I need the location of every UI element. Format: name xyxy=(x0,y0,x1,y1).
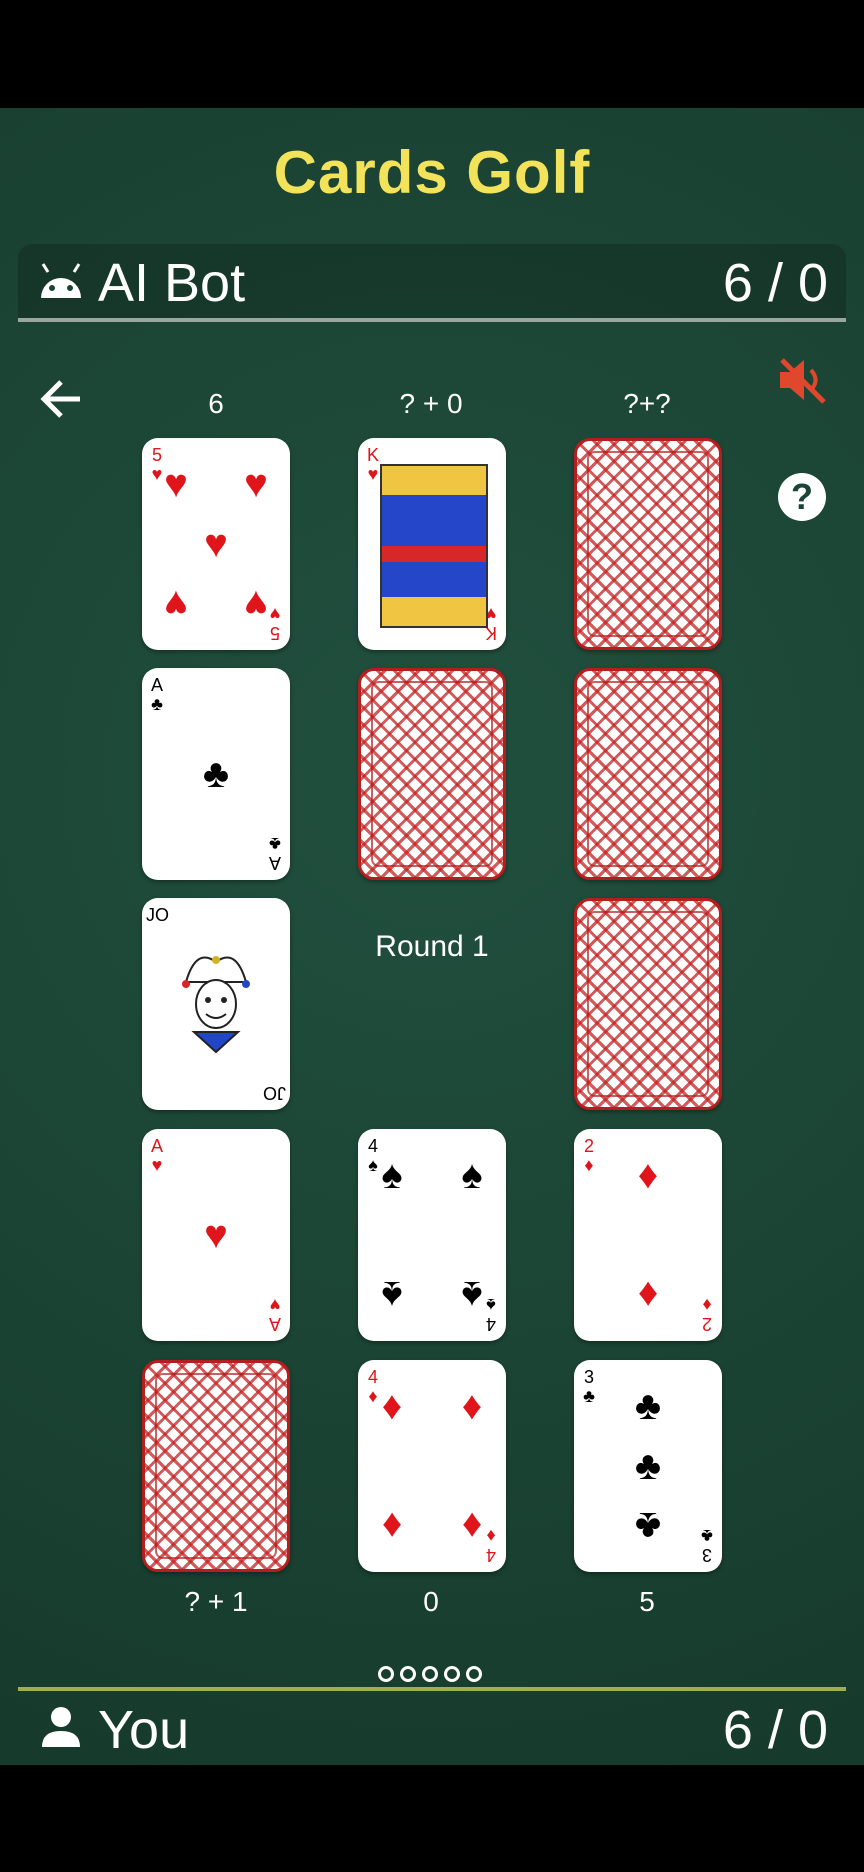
suit-pip: ♦ xyxy=(637,1153,659,1197)
arrow-left-icon[interactable] xyxy=(40,378,82,420)
joker-face-art xyxy=(176,942,256,1062)
card-corner-index: A ♣ xyxy=(269,834,282,873)
playing-card[interactable]: JO JO xyxy=(142,898,290,1110)
card-corner-index: 3 ♣ xyxy=(701,1526,713,1565)
android-icon xyxy=(41,263,81,298)
card-corner-index: 3 ♣ xyxy=(583,1367,595,1406)
suit-pip: ♠ xyxy=(381,1273,403,1317)
king-face-art xyxy=(380,464,488,628)
suit-pip: ♥ xyxy=(244,582,268,626)
page-indicator xyxy=(378,1666,482,1682)
suit-pip: ♠ xyxy=(461,1153,483,1197)
suit-pip: ♥ xyxy=(164,582,188,626)
suit-pip: ♣ xyxy=(202,752,230,796)
page-dot xyxy=(378,1666,394,1682)
card-corner-index: JO xyxy=(146,905,170,925)
help-button[interactable]: ? xyxy=(778,473,826,521)
suit-pip: ♣ xyxy=(634,1444,662,1488)
navigation-bar-area xyxy=(0,1765,864,1872)
player-name: You xyxy=(98,1700,190,1760)
suit-pip: ♦ xyxy=(461,1504,483,1548)
card-corner-index: A ♥ xyxy=(150,1136,163,1175)
page-dot xyxy=(444,1666,460,1682)
card-back[interactable] xyxy=(574,668,722,880)
suit-pip: ♠ xyxy=(381,1153,403,1197)
column-score-top-3: ?+? xyxy=(623,388,671,419)
card-corner-index: A ♣ xyxy=(150,675,163,714)
person-icon xyxy=(42,1707,80,1747)
playing-card[interactable]: 4 ♦ 4 ♦ ♦ ♦ ♦ ♦ xyxy=(358,1360,506,1572)
suit-pip: ♠ xyxy=(461,1273,483,1317)
playing-card[interactable]: K ♥ K ♥ xyxy=(358,438,506,650)
player-score: 6 / 0 xyxy=(722,1700,828,1760)
page-dot xyxy=(400,1666,416,1682)
card-back[interactable] xyxy=(574,438,722,650)
suit-pip: ♥ xyxy=(204,522,228,566)
suit-pip: ♦ xyxy=(461,1384,483,1428)
suit-pip: ♥ xyxy=(164,462,188,506)
playing-card[interactable]: A ♥ A ♥ ♥ xyxy=(142,1129,290,1341)
card-corner-index: 2 ♦ xyxy=(702,1295,713,1334)
playing-card[interactable]: 3 ♣ 3 ♣ ♣ ♣ ♣ xyxy=(574,1360,722,1572)
suit-pip: ♦ xyxy=(381,1384,403,1428)
column-score-top-1: 6 xyxy=(208,388,224,419)
card-corner-index: JO xyxy=(262,1083,286,1103)
page-dot xyxy=(466,1666,482,1682)
card-back[interactable] xyxy=(358,668,506,880)
volume-off-icon[interactable] xyxy=(776,354,828,406)
playing-card[interactable]: 2 ♦ 2 ♦ ♦ ♦ xyxy=(574,1129,722,1341)
page-dot xyxy=(422,1666,438,1682)
playing-card[interactable]: A ♣ A ♣ ♣ xyxy=(142,668,290,880)
suit-pip: ♣ xyxy=(634,1384,662,1428)
player-bar: You 6 / 0 xyxy=(18,1687,846,1767)
column-score-top-2: ? + 0 xyxy=(399,388,463,419)
card-corner-index: 2 ♦ xyxy=(583,1136,594,1175)
round-label: Round 1 xyxy=(375,930,489,963)
card-back[interactable] xyxy=(142,1360,290,1572)
column-score-bottom-2: 0 xyxy=(423,1586,439,1617)
suit-pip: ♥ xyxy=(204,1213,228,1257)
suit-pip: ♦ xyxy=(637,1273,659,1317)
column-score-bottom-3: 5 xyxy=(639,1586,655,1617)
status-bar-area xyxy=(0,0,864,108)
column-score-bottom-1: ? + 1 xyxy=(184,1586,248,1617)
suit-pip: ♣ xyxy=(634,1504,662,1548)
opponent-score: 6 / 0 xyxy=(722,253,828,313)
suit-pip: ♦ xyxy=(381,1504,403,1548)
playing-card[interactable]: 5 ♥ 5 ♥ ♥ ♥ ♥ ♥ ♥ xyxy=(142,438,290,650)
opponent-bar: AI Bot 6 / 0 xyxy=(18,244,846,322)
app-title: Cards Golf xyxy=(273,139,591,206)
playing-card[interactable]: 4 ♠ 4 ♠ ♠ ♠ ♠ ♠ xyxy=(358,1129,506,1341)
suit-pip: ♥ xyxy=(244,462,268,506)
card-corner-index: A ♥ xyxy=(269,1295,282,1334)
card-back[interactable] xyxy=(574,898,722,1110)
opponent-name: AI Bot xyxy=(98,253,246,313)
